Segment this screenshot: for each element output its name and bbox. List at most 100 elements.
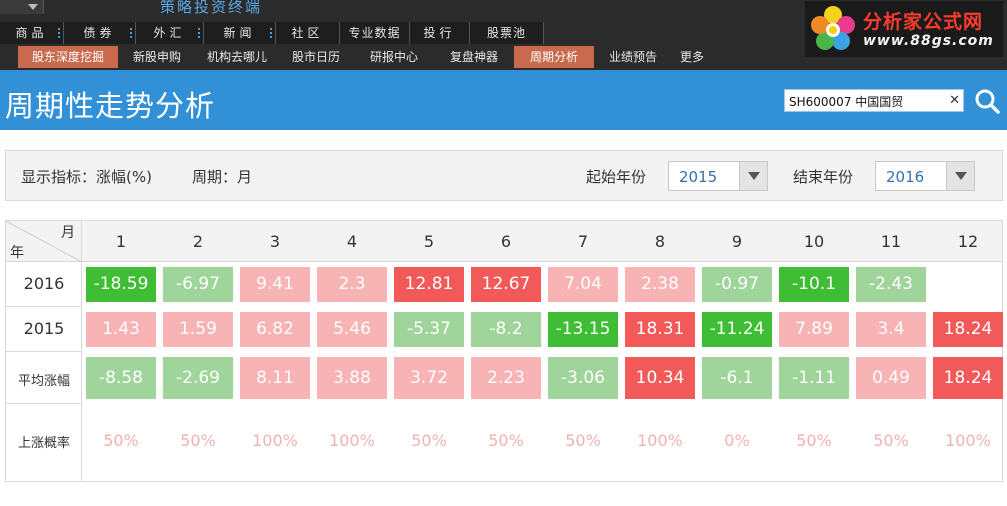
- month-header: 1: [115, 232, 127, 251]
- menu-item-6[interactable]: 专业数据: [340, 22, 410, 44]
- change-cell: -5.37: [394, 312, 464, 347]
- flower-logo-icon: [811, 6, 855, 50]
- rise-probability-value: 50%: [565, 431, 601, 450]
- row-label: 平均涨幅: [17, 373, 70, 389]
- start-year-dropdown-button[interactable]: [739, 162, 767, 190]
- month-header: 6: [500, 232, 512, 251]
- change-cell: 3.72: [394, 357, 464, 399]
- change-cell: 2.38: [625, 267, 695, 302]
- chevron-down-icon: [28, 4, 38, 10]
- change-cell: 8.11: [240, 357, 310, 399]
- change-cell: 18.31: [625, 312, 695, 347]
- row-label: 2015: [23, 319, 65, 339]
- month-header: 9: [731, 232, 743, 251]
- top-toolbar: 策略投资终端 商品 债券 外汇 新闻 社区 专业数据 投行 股票池 股东深度挖掘 新股申购 机构去…: [0, 0, 1007, 70]
- rise-probability-value: 100%: [945, 431, 991, 450]
- tab-2[interactable]: 新股申购: [118, 46, 196, 68]
- month-header: 7: [577, 232, 589, 251]
- menu-item-8[interactable]: 股票池: [470, 22, 544, 44]
- end-year-dropdown-button[interactable]: [946, 162, 974, 190]
- change-cell: -10.1: [779, 267, 849, 302]
- logo-brand-text: 分析家公式网: [863, 11, 984, 33]
- search-icon[interactable]: [974, 88, 1000, 114]
- menu-item-1[interactable]: 商品: [0, 22, 64, 44]
- end-year-select[interactable]: 2016: [875, 161, 975, 191]
- change-cell: 10.34: [625, 357, 695, 399]
- corner-month-label: 月: [61, 225, 75, 241]
- more-dots-icon[interactable]: [130, 28, 132, 38]
- chevron-down-icon: [955, 172, 967, 180]
- row-label-cell: 平均涨幅: [6, 352, 82, 404]
- indicator-label: 显示指标：涨幅(%): [21, 168, 152, 186]
- period-label: 周期：月: [192, 168, 253, 186]
- tab-1[interactable]: 股东深度挖掘: [18, 46, 118, 68]
- tab-4[interactable]: 股市日历: [278, 46, 354, 68]
- menu-item-label: 专业数据: [348, 26, 401, 40]
- stock-search-input[interactable]: [789, 92, 939, 110]
- change-cell: -13.15: [548, 312, 618, 347]
- tab-5[interactable]: 研报中心: [354, 46, 434, 68]
- tab-3[interactable]: 机构去哪儿: [196, 46, 278, 68]
- main-menu: 商品 债券 外汇 新闻 社区 专业数据 投行 股票池: [0, 22, 544, 44]
- rise-probability-value: 50%: [796, 431, 832, 450]
- change-cell: 6.82: [240, 312, 310, 347]
- cycle-analysis-table: 月 年 1 2 3 4 5 6 7 8 9 10 11 12 2016 -18.59 -6.97 9.41 2…: [5, 220, 1003, 482]
- change-cell: 5.46: [317, 312, 387, 347]
- tab-6[interactable]: 复盘神器: [434, 46, 514, 68]
- tab-clipped[interactable]: [0, 46, 4, 68]
- page-title: 周期性走势分析: [5, 89, 216, 123]
- tab-8[interactable]: 业绩预告: [594, 46, 672, 68]
- change-cell: -8.2: [471, 312, 541, 347]
- menu-item-5[interactable]: 社区: [276, 22, 340, 44]
- start-year-value: 2015: [679, 168, 718, 186]
- logo-url-text: www.88gs.com: [863, 33, 994, 49]
- change-cell: -6.97: [163, 267, 233, 302]
- rise-probability-value: 50%: [873, 431, 909, 450]
- site-logo[interactable]: 分析家公式网 www.88gs.com: [805, 1, 1003, 57]
- table-corner-cell: 月 年: [6, 221, 82, 262]
- end-year-label: 结束年份: [793, 168, 854, 186]
- start-year-select[interactable]: 2015: [668, 161, 768, 191]
- change-cell: -11.24: [702, 312, 772, 347]
- menu-item-3[interactable]: 外汇: [136, 22, 204, 44]
- app-window: 策略投资终端 商品 债券 外汇 新闻 社区 专业数据 投行 股票池 股东深度挖掘 新股申购 机构去…: [0, 0, 1007, 506]
- month-header: 2: [192, 232, 204, 251]
- tab-9[interactable]: 更多: [672, 46, 712, 68]
- change-cell: 2.3: [317, 267, 387, 302]
- menu-item-label: 外汇: [153, 26, 186, 40]
- change-cell: 7.89: [779, 312, 849, 347]
- menu-item-label: 新闻: [223, 26, 256, 40]
- month-header: 12: [957, 232, 979, 251]
- change-cell: -2.69: [163, 357, 233, 399]
- month-header: 10: [803, 232, 825, 251]
- more-dots-icon[interactable]: [198, 28, 200, 38]
- more-dots-icon[interactable]: [270, 28, 272, 38]
- month-header: 5: [423, 232, 435, 251]
- change-cell: 1.59: [163, 312, 233, 347]
- start-year-label: 起始年份: [586, 168, 647, 186]
- page-header: 周期性走势分析 ✕: [0, 70, 1007, 130]
- change-cell: 12.67: [471, 267, 541, 302]
- menu-item-2[interactable]: 债券: [64, 22, 136, 44]
- menu-item-label: 债券: [83, 26, 116, 40]
- rise-probability-value: 100%: [637, 431, 683, 450]
- change-cell: 7.04: [548, 267, 618, 302]
- change-cell: 0.49: [856, 357, 926, 399]
- month-header: 3: [269, 232, 281, 251]
- more-dots-icon[interactable]: [58, 28, 60, 38]
- menu-dropdown[interactable]: [0, 0, 44, 14]
- change-cell: 3.4: [856, 312, 926, 347]
- menu-item-7[interactable]: 投行: [410, 22, 470, 44]
- menu-item-label: 商品: [15, 26, 48, 40]
- menu-item-4[interactable]: 新闻: [204, 22, 276, 44]
- rise-probability-value: 100%: [252, 431, 298, 450]
- change-cell: 18.24: [933, 357, 1003, 399]
- filter-bar: 显示指标：涨幅(%) 周期：月 起始年份 2015 结束年份 2016: [5, 150, 1003, 201]
- rise-probability-value: 50%: [180, 431, 216, 450]
- change-cell: 12.81: [394, 267, 464, 302]
- tab-7[interactable]: 周期分析: [514, 46, 594, 68]
- change-cell: 2.23: [471, 357, 541, 399]
- clear-icon[interactable]: ✕: [949, 92, 960, 110]
- menu-item-label: 股票池: [486, 26, 526, 40]
- sub-nav-tabs: 股东深度挖掘 新股申购 机构去哪儿 股市日历 研报中心 复盘神器 周期分析 业绩预告 更多: [0, 46, 712, 68]
